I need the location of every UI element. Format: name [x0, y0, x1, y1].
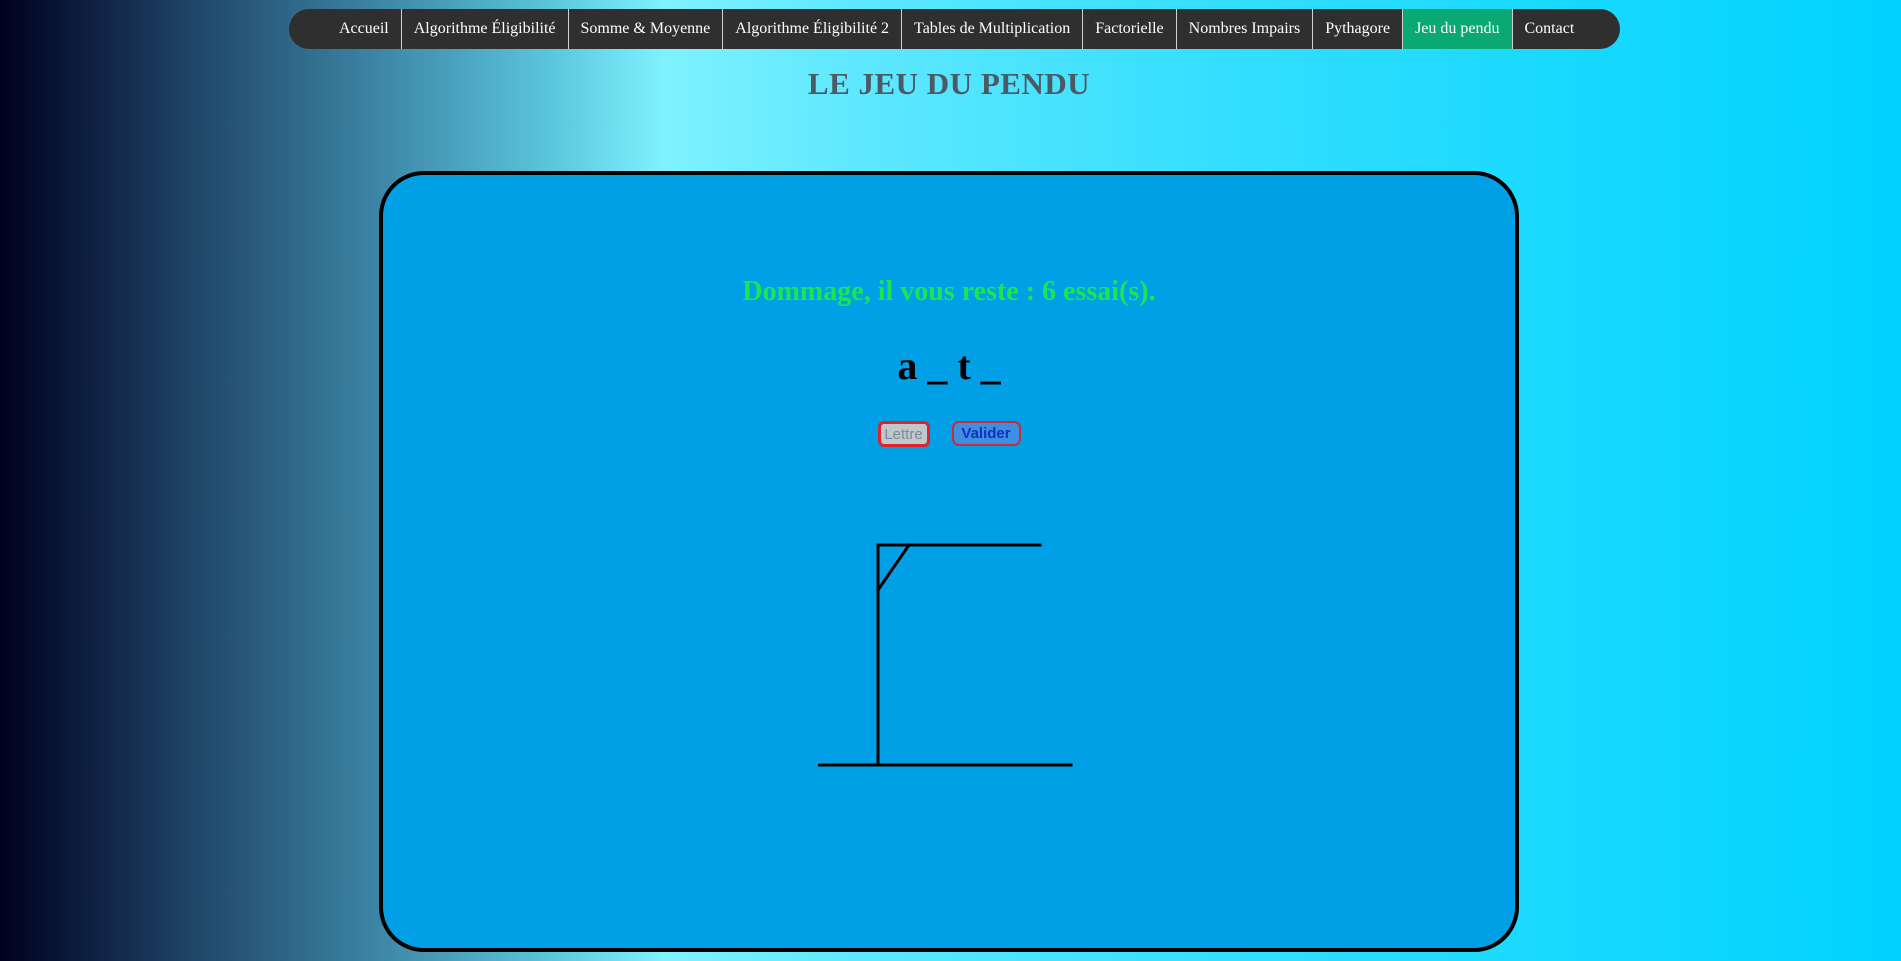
nav-item-contact[interactable]: Contact [1513, 9, 1587, 49]
nav-item-nombres-impairs[interactable]: Nombres Impairs [1177, 9, 1314, 49]
hangman-gallows-icon [818, 542, 1073, 767]
guess-form: Valider [383, 421, 1515, 447]
hidden-word: a _ t _ [897, 343, 1001, 388]
nav-item-factorielle[interactable]: Factorielle [1083, 9, 1177, 49]
letter-input[interactable] [877, 421, 930, 447]
page-title: LE JEU DU PENDU [807, 66, 1091, 101]
nav-item-accueil[interactable]: Accueil [327, 9, 402, 49]
validate-button[interactable]: Valider [951, 421, 1021, 446]
main-navigation: Accueil Algorithme Éligibilité Somme & M… [289, 9, 1620, 49]
nav-item-pythagore[interactable]: Pythagore [1313, 9, 1404, 49]
nav-item-jeu-du-pendu[interactable]: Jeu du pendu [1403, 9, 1513, 49]
game-panel: Dommage, il vous reste : 6 essai(s). a _… [379, 171, 1519, 952]
nav-item-somme-moyenne[interactable]: Somme & Moyenne [569, 9, 724, 49]
nav-item-algorithme-eligibilite[interactable]: Algorithme Éligibilité [402, 9, 569, 49]
nav-item-tables-multiplication[interactable]: Tables de Multiplication [902, 9, 1084, 49]
nav-item-algorithme-eligibilite-2[interactable]: Algorithme Éligibilité 2 [723, 9, 903, 49]
gallows-brace [875, 542, 912, 593]
attempts-message: Dommage, il vous reste : 6 essai(s). [742, 276, 1156, 307]
